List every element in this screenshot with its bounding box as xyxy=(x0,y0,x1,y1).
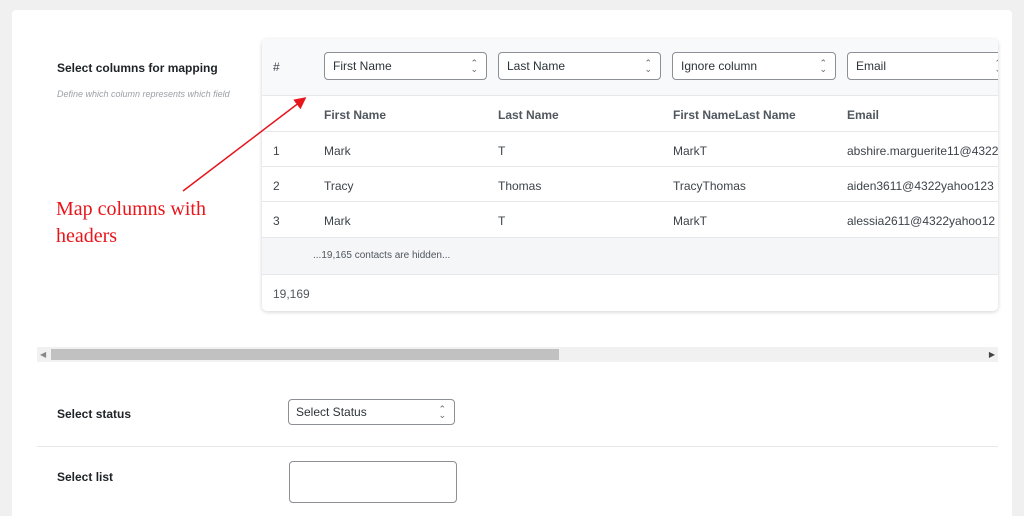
column-select-value: Email xyxy=(856,59,887,73)
scrollbar-thumb[interactable] xyxy=(51,349,559,360)
column-header: First NameLast Name xyxy=(673,108,796,122)
mapping-label: Select columns for mapping xyxy=(57,61,218,75)
table-cell: MarkT xyxy=(673,214,707,228)
annotation-text: Map columns with headers xyxy=(56,198,206,247)
table-cell: aiden3611@4322yahoo123 xyxy=(847,179,994,193)
status-select-value: Select Status xyxy=(296,405,367,419)
row-number: 2 xyxy=(273,179,280,193)
mapping-table: # First Name ⌃ ⌄ Last Name ⌃ ⌄ Ignore colu… xyxy=(262,39,998,311)
status-label: Select status xyxy=(57,407,132,421)
chevron-updown-icon: ⌃⌄ xyxy=(438,404,446,420)
table-row: 2 Tracy Thomas TracyThomas aiden3611@432… xyxy=(262,167,998,202)
table-cell: Mark xyxy=(324,214,351,228)
mapping-description: Define which column represents which fie… xyxy=(57,89,230,99)
table-cell: abshire.marguerite11@4322 xyxy=(847,144,998,158)
row-number: 3 xyxy=(273,214,280,228)
divider xyxy=(37,446,998,447)
table-cell: Mark xyxy=(324,144,351,158)
column-select-value: Ignore column xyxy=(681,59,758,73)
table-cell: Tracy xyxy=(324,179,354,193)
column-select-row: # First Name ⌃ ⌄ Last Name ⌃ ⌄ Ignore colu… xyxy=(262,39,998,96)
column-select-value: Last Name xyxy=(507,59,566,73)
chevron-updown-icon: ⌃⌄ xyxy=(994,59,998,74)
chevron-updown-icon: ⌃⌄ xyxy=(819,58,827,74)
row-number-header: # xyxy=(273,60,280,74)
hidden-contacts-note: ...19,165 contacts are hidden... xyxy=(313,250,451,261)
table-cell: alessia2611@4322yahoo12 xyxy=(847,214,996,228)
column-select-3[interactable]: Ignore column ⌃ ⌄ xyxy=(672,52,836,80)
column-select-value: First Name xyxy=(333,59,392,73)
column-header: First Name xyxy=(324,108,387,122)
list-label: Select list xyxy=(57,470,114,484)
row-number: 1 xyxy=(273,144,280,158)
table-cell: T xyxy=(498,144,506,158)
chevron-updown-icon: ⌃⌄ xyxy=(470,58,478,74)
column-header: Last Name xyxy=(498,108,559,122)
table-cell: Thomas xyxy=(498,179,542,193)
table-cell: TracyThomas xyxy=(673,179,746,193)
total-row: 19,169 xyxy=(262,275,998,311)
arrow-left-icon[interactable]: ◀ xyxy=(40,350,46,359)
list-select-field[interactable] xyxy=(289,461,457,503)
arrow-right-icon[interactable]: ▶ xyxy=(989,350,995,359)
total-count: 19,169 xyxy=(273,287,310,301)
column-select-1[interactable]: First Name ⌃ ⌄ xyxy=(324,52,487,80)
table-row: 3 Mark T MarkT alessia2611@4322yahoo12 xyxy=(262,202,998,238)
hidden-contacts-row: ...19,165 contacts are hidden... xyxy=(262,238,998,275)
table-cell: T xyxy=(498,214,506,228)
table-cell: MarkT xyxy=(673,144,707,158)
table-row: 1 Mark T MarkT abshire.marguerite11@4322 xyxy=(262,132,998,167)
column-select-4[interactable]: Email ⌃⌄ xyxy=(847,52,998,80)
status-select[interactable]: Select Status ⌃ ⌄ xyxy=(288,399,455,425)
horizontal-scrollbar[interactable]: ◀ ▶ xyxy=(37,347,998,362)
chevron-updown-icon: ⌃⌄ xyxy=(644,58,652,74)
column-select-2[interactable]: Last Name ⌃ ⌄ xyxy=(498,52,661,80)
column-header-row: First Name Last Name First NameLast Name… xyxy=(262,96,998,132)
column-header: Email xyxy=(847,108,880,122)
